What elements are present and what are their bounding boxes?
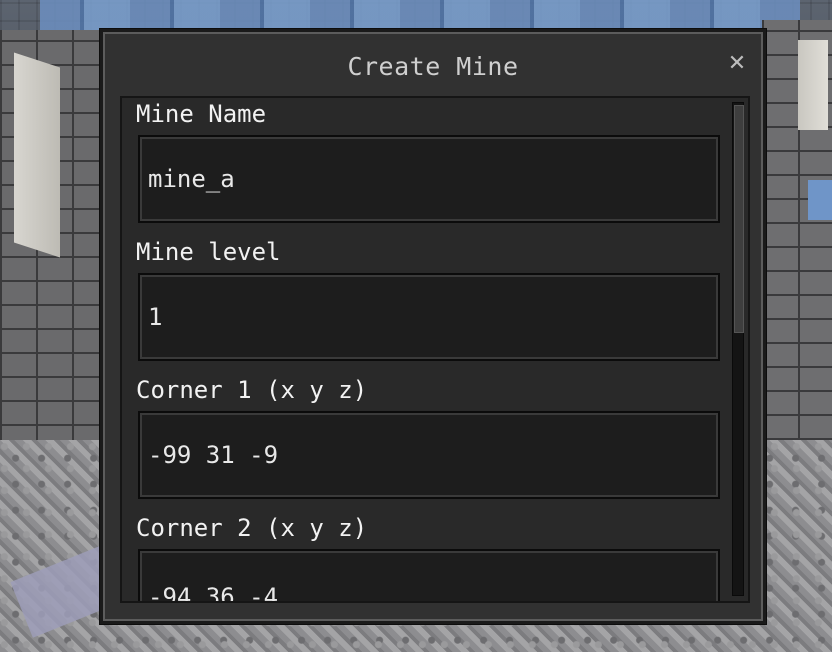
scrollbar-track[interactable] (732, 102, 744, 596)
corner-1-label: Corner 1 (x y z) (136, 376, 368, 404)
create-mine-dialog: Create Mine ✕ Mine Name mine_a Mine leve… (100, 29, 766, 624)
mine-level-input[interactable]: 1 (138, 273, 720, 361)
dialog-title: Create Mine (347, 52, 519, 81)
mine-name-input[interactable]: mine_a (138, 135, 720, 223)
mine-name-label: Mine Name (136, 100, 267, 128)
corner-2-label: Corner 2 (x y z) (136, 514, 368, 542)
quartz-pillar-right (798, 40, 828, 130)
scrollbar-thumb[interactable] (734, 105, 744, 333)
corner-1-input[interactable]: -99 31 -9 (138, 411, 720, 499)
close-icon[interactable]: ✕ (725, 52, 749, 76)
mine-level-label: Mine level (136, 238, 281, 266)
form-scroll-panel[interactable]: Mine Name mine_a Mine level 1 Corner 1 (… (120, 96, 750, 603)
quartz-pillar-left (14, 52, 60, 258)
glass-window-right (808, 180, 832, 220)
corner-2-input[interactable]: -94 36 -4 (138, 549, 720, 601)
